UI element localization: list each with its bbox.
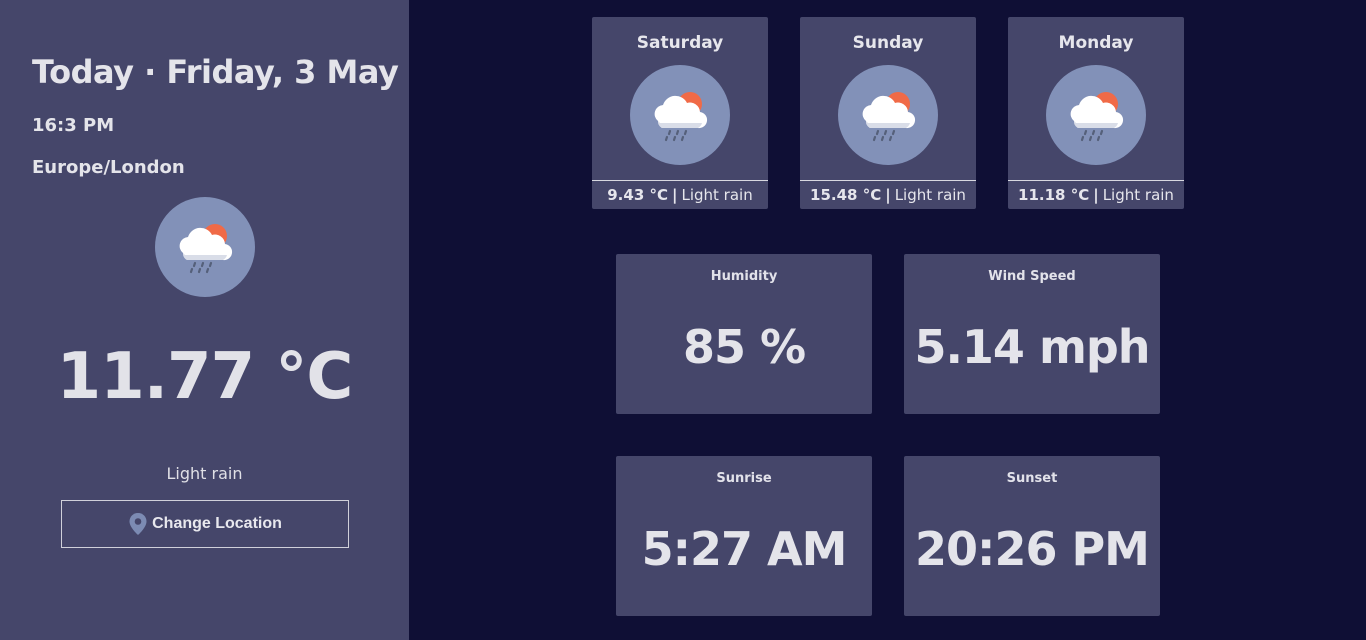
forecast-day-name: Monday <box>1058 33 1134 53</box>
sunrise-value: 5:27 AM <box>641 522 848 576</box>
forecast-description: Light rain <box>894 186 966 204</box>
location-pin-icon <box>129 513 147 535</box>
forecast-temperature: 9.43 °C <box>607 186 668 204</box>
forecast-card-saturday: Saturday 9.43 °C | Light rain <box>592 17 768 209</box>
forecast-summary: 11.18 °C | Light rain <box>1008 180 1184 209</box>
wind-speed-value: 5.14 mph <box>914 320 1150 374</box>
current-time: 16:3 PM <box>32 115 115 136</box>
cloud-rain-sun-icon <box>630 65 730 165</box>
humidity-value: 85 % <box>682 320 806 374</box>
forecast-day-name: Sunday <box>852 33 924 53</box>
sunrise-label: Sunrise <box>716 471 772 486</box>
cloud-rain-sun-icon <box>1046 65 1146 165</box>
today-date-heading: Today · Friday, 3 May <box>32 53 399 91</box>
weather-description: Light rain <box>166 464 243 483</box>
forecast-summary: 15.48 °C | Light rain <box>800 180 976 209</box>
change-location-button[interactable]: Change Location <box>61 500 349 548</box>
timezone-label: Europe/London <box>32 157 185 178</box>
humidity-label: Humidity <box>710 269 778 284</box>
forecast-temperature: 15.48 °C <box>810 186 882 204</box>
cloud-rain-sun-icon <box>155 197 255 297</box>
forecast-day-name: Saturday <box>636 33 724 53</box>
cloud-rain-sun-icon <box>838 65 938 165</box>
sunset-value: 20:26 PM <box>915 522 1150 576</box>
current-temperature: 11.77 °C <box>56 340 354 414</box>
forecast-description: Light rain <box>681 186 753 204</box>
forecast-separator: | <box>1093 186 1099 204</box>
forecast-separator: | <box>672 186 678 204</box>
today-panel: Today · Friday, 3 May 16:3 PM Europe/Lon… <box>0 0 409 640</box>
forecast-separator: | <box>885 186 891 204</box>
sunset-label: Sunset <box>1006 471 1058 486</box>
forecast-description: Light rain <box>1102 186 1174 204</box>
forecast-summary: 9.43 °C | Light rain <box>592 180 768 209</box>
sunset-card: Sunset 20:26 PM <box>904 456 1160 616</box>
wind-speed-label: Wind Speed <box>988 269 1076 284</box>
forecast-card-sunday: Sunday 15.48 °C | Light rain <box>800 17 976 209</box>
forecast-card-monday: Monday 11.18 °C | Light rain <box>1008 17 1184 209</box>
humidity-card: Humidity 85 % <box>616 254 872 414</box>
wind-speed-card: Wind Speed 5.14 mph <box>904 254 1160 414</box>
change-location-label: Change Location <box>152 515 282 532</box>
sunrise-card: Sunrise 5:27 AM <box>616 456 872 616</box>
forecast-temperature: 11.18 °C <box>1018 186 1090 204</box>
